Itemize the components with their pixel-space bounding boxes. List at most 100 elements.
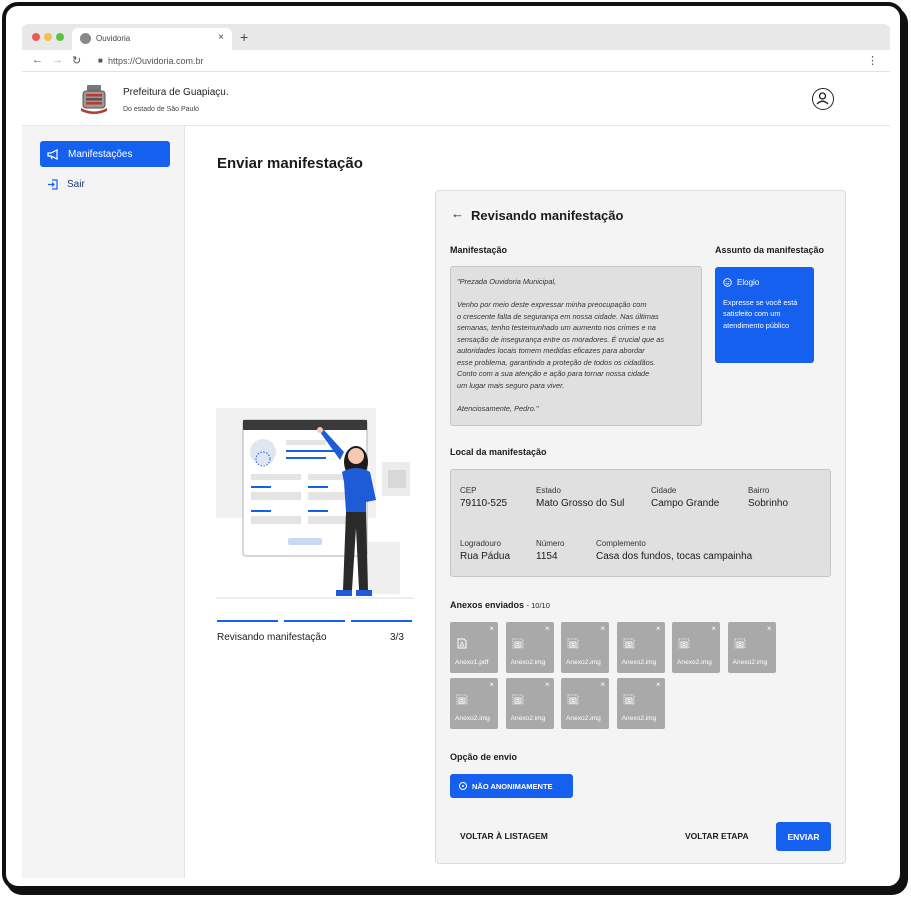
attachment-tile[interactable]: × Anexo2.img bbox=[616, 678, 665, 729]
page-title: Enviar manifestação bbox=[217, 155, 363, 172]
window-minimize-dot[interactable] bbox=[44, 33, 52, 41]
cidade-label: Cidade bbox=[651, 486, 677, 495]
remove-attachment-icon[interactable]: × bbox=[656, 680, 661, 689]
image-file-icon bbox=[456, 694, 468, 705]
image-file-icon bbox=[734, 638, 745, 649]
review-illustration bbox=[216, 408, 414, 599]
send-option-label: Opção de envio bbox=[450, 752, 518, 762]
cep-field: CEP 79110-525 bbox=[460, 486, 507, 509]
location-label: Local da manifestação bbox=[450, 447, 547, 457]
estado-value: Mato Grosso do Sul bbox=[536, 498, 625, 509]
bairro-field: Bairro Sobrinho bbox=[748, 486, 788, 509]
estado-field: Estado Mato Grosso do Sul bbox=[536, 486, 624, 509]
forward-nav-icon[interactable]: → bbox=[52, 54, 63, 66]
remove-attachment-icon[interactable]: × bbox=[600, 624, 605, 633]
window-close-dot[interactable] bbox=[32, 33, 40, 41]
reload-icon[interactable]: ↻ bbox=[72, 54, 81, 67]
attachment-tile[interactable]: × Anexo1.pdf bbox=[450, 622, 498, 673]
subject-name: Elogio bbox=[737, 278, 760, 287]
attachment-name: Anexo2.img bbox=[455, 715, 490, 722]
browser-tab[interactable]: Ouvidoria × bbox=[72, 28, 232, 50]
attachment-name: Anexo1.pdf bbox=[455, 659, 489, 666]
image-file-icon bbox=[623, 638, 634, 649]
progress-stepper bbox=[217, 620, 412, 623]
manifest-text: "Prezada Ouvidoria Municipal, Venho por … bbox=[450, 266, 702, 426]
back-nav-icon[interactable]: ← bbox=[32, 54, 43, 66]
attachment-tile[interactable]: × Anexo2.img bbox=[672, 622, 720, 673]
numero-value: 1154 bbox=[536, 551, 558, 562]
remove-attachment-icon[interactable]: × bbox=[711, 624, 716, 633]
remove-attachment-icon[interactable]: × bbox=[545, 624, 550, 633]
attachment-tile[interactable]: × Anexo2.img bbox=[561, 622, 609, 673]
manifest-message: "Prezada Ouvidoria Municipal, Venho por … bbox=[457, 277, 665, 413]
complemento-value: Casa dos fundos, tocas campainha bbox=[596, 551, 753, 562]
image-file-icon bbox=[567, 638, 579, 649]
remove-attachment-icon[interactable]: × bbox=[489, 680, 494, 689]
subject-label: Assunto da manifestação bbox=[715, 245, 825, 255]
attachment-name: Anexo2.img bbox=[510, 659, 546, 666]
browser-tab-strip: Ouvidoria × + bbox=[22, 24, 890, 50]
tab-close-icon[interactable]: × bbox=[218, 32, 224, 43]
tab-title: Ouvidoria bbox=[96, 34, 131, 43]
attachment-tile[interactable]: × Anexo2.img bbox=[505, 678, 554, 729]
review-card: ← Revisando manifestação Manifestação As… bbox=[435, 190, 846, 864]
cidade-value: Campo Grande bbox=[651, 498, 720, 509]
estado-label: Estado bbox=[536, 486, 561, 495]
back-to-list-button[interactable]: VOLTAR À LISTAGEM bbox=[460, 831, 548, 841]
org-name: Prefeitura de Guapiaçu. bbox=[123, 87, 229, 98]
numero-field: Número 1154 bbox=[536, 539, 564, 562]
send-button-label: ENVIAR bbox=[787, 831, 820, 842]
attachment-tile[interactable]: × Anexo2.img bbox=[727, 622, 776, 673]
browser-menu-icon[interactable]: ⋮ bbox=[867, 54, 878, 67]
attachment-tile[interactable]: × Anexo2.img bbox=[505, 622, 554, 673]
logout-icon bbox=[48, 178, 58, 190]
bairro-label: Bairro bbox=[748, 486, 770, 495]
review-title: Revisando manifestação bbox=[471, 208, 624, 223]
sidebar-item-label: Sair bbox=[67, 178, 85, 190]
logradouro-value: Rua Pádua bbox=[460, 551, 511, 562]
attachment-name: Anexo2.img bbox=[732, 659, 768, 666]
remove-attachment-icon[interactable]: × bbox=[489, 624, 494, 633]
subject-description: Expresse se você está satisfeito com um … bbox=[723, 297, 798, 330]
window-maximize-dot[interactable] bbox=[56, 33, 64, 41]
logradouro-field: Logradouro Rua Pádua bbox=[460, 539, 510, 562]
attachment-tile[interactable]: × Anexo2.img bbox=[561, 678, 609, 729]
logradouro-label: Logradouro bbox=[460, 539, 501, 548]
cep-label: CEP bbox=[460, 486, 477, 495]
manifest-label: Manifestação bbox=[450, 245, 508, 255]
remove-attachment-icon[interactable]: × bbox=[767, 624, 772, 633]
back-arrow-icon[interactable]: ← bbox=[451, 206, 464, 221]
new-tab-icon[interactable]: + bbox=[240, 29, 248, 45]
send-option-radio[interactable]: NÃO ANONIMAMENTE bbox=[450, 774, 573, 798]
image-file-icon bbox=[678, 638, 690, 649]
url-field[interactable]: https://Ouvidoria.com.br bbox=[108, 56, 204, 66]
image-file-icon bbox=[512, 694, 523, 705]
numero-label: Número bbox=[536, 539, 565, 548]
sidebar-item-manifestacoes[interactable]: Manifestações bbox=[40, 141, 170, 167]
attachment-tile[interactable]: × Anexo2.img bbox=[616, 622, 665, 673]
complemento-label: Complemento bbox=[596, 539, 646, 548]
cidade-field: Cidade Campo Grande bbox=[651, 486, 719, 509]
remove-attachment-icon[interactable]: × bbox=[600, 680, 605, 689]
attachment-name: Anexo2.img bbox=[621, 715, 657, 722]
megaphone-icon bbox=[47, 148, 58, 160]
sidebar: Manifestações Sair bbox=[22, 126, 185, 878]
complemento-field: Complemento Casa dos fundos, tocas campa… bbox=[596, 539, 752, 562]
city-crest-logo bbox=[81, 85, 107, 114]
remove-attachment-icon[interactable]: × bbox=[545, 680, 550, 689]
attachment-tile[interactable]: × Anexo2.img bbox=[450, 678, 498, 729]
image-file-icon bbox=[512, 638, 523, 649]
step-bar-1 bbox=[217, 620, 278, 622]
user-account-button[interactable] bbox=[812, 88, 834, 110]
radio-selected-icon bbox=[459, 782, 467, 790]
remove-attachment-icon[interactable]: × bbox=[656, 624, 661, 633]
step-bar-2 bbox=[284, 620, 345, 622]
sidebar-item-sair[interactable]: Sair bbox=[40, 171, 170, 197]
bairro-value: Sobrinho bbox=[748, 498, 789, 509]
send-button[interactable]: ENVIAR bbox=[776, 822, 831, 851]
address-bar: ← → ↻ ■ https://Ouvidoria.com.br ⋮ bbox=[22, 50, 890, 72]
site-header: Prefeitura de Guapiaçu. Do estado de São… bbox=[22, 72, 890, 126]
back-step-button[interactable]: VOLTAR ETAPA bbox=[685, 831, 749, 841]
attachments-label: Anexos enviados - 10/10 bbox=[450, 600, 550, 610]
send-option-value: NÃO ANONIMAMENTE bbox=[472, 781, 553, 791]
